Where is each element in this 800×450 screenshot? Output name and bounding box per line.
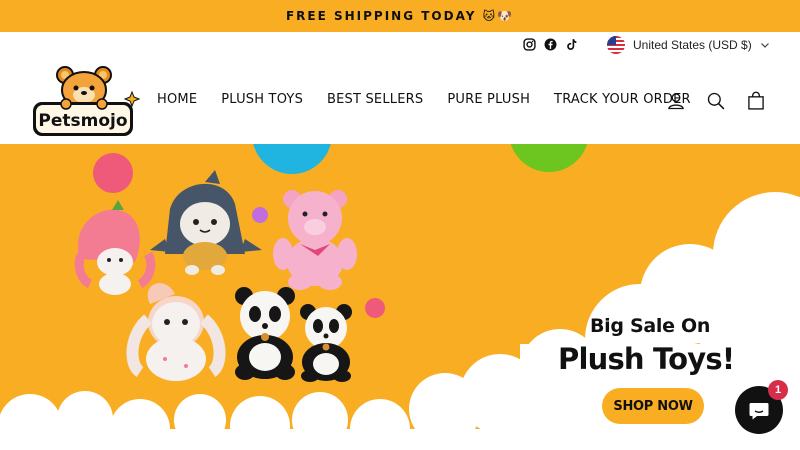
pink-dot <box>93 153 133 193</box>
account-icon[interactable] <box>666 91 686 111</box>
instagram-icon[interactable] <box>523 38 536 51</box>
petsmojo-logo[interactable]: Petsmojo <box>28 62 143 142</box>
chevron-down-icon <box>760 43 769 48</box>
purple-dot <box>252 207 268 223</box>
panda-plush-large <box>235 287 295 380</box>
shop-now-button[interactable]: SHOP NOW <box>602 388 704 424</box>
currency-label: United States (USD $) <box>633 38 752 52</box>
announcement-bar: FREE SHIPPING TODAY 🐱🐶 <box>0 0 800 32</box>
svg-text:Petsmojo: Petsmojo <box>38 111 127 131</box>
panda-plush-small <box>300 304 352 382</box>
strawberry-bunny-plush <box>74 200 156 295</box>
us-flag-icon <box>607 36 625 54</box>
peach-bunny-plush <box>126 283 226 381</box>
tiktok-icon[interactable] <box>565 38 578 51</box>
nav-plush-toys[interactable]: PLUSH TOYS <box>221 92 303 107</box>
hero-title-line2: Plush Toys! <box>558 342 735 376</box>
social-links <box>523 38 578 51</box>
small-pink-dot <box>365 298 385 318</box>
main-nav: HOME PLUSH TOYS BEST SELLERS PURE PLUSH … <box>157 92 691 107</box>
cart-icon[interactable] <box>746 91 766 111</box>
pink-bear-plush <box>273 190 357 290</box>
shark-cat-plush <box>150 170 262 275</box>
nav-home[interactable]: HOME <box>157 92 197 107</box>
blue-dot <box>253 144 331 174</box>
hero-banner[interactable]: Big Sale On Plush Toys! SHOP NOW <box>0 144 800 450</box>
search-icon[interactable] <box>706 91 726 111</box>
utility-bar: United States (USD $) <box>0 32 800 58</box>
hero-title-line1: Big Sale On <box>590 315 711 337</box>
currency-selector[interactable]: United States (USD $) <box>607 36 770 54</box>
nav-pure-plush[interactable]: PURE PLUSH <box>447 92 530 107</box>
chat-notification-badge: 1 <box>768 380 788 400</box>
announcement-text: FREE SHIPPING TODAY 🐱🐶 <box>285 9 515 23</box>
green-dot <box>510 144 588 172</box>
nav-best-sellers[interactable]: BEST SELLERS <box>327 92 423 107</box>
chat-bubble-icon <box>749 403 769 420</box>
facebook-icon[interactable] <box>544 38 557 51</box>
header-icons <box>666 91 766 111</box>
site-header: Petsmojo HOME PLUSH TOYS BEST SELLERS PU… <box>0 58 800 144</box>
